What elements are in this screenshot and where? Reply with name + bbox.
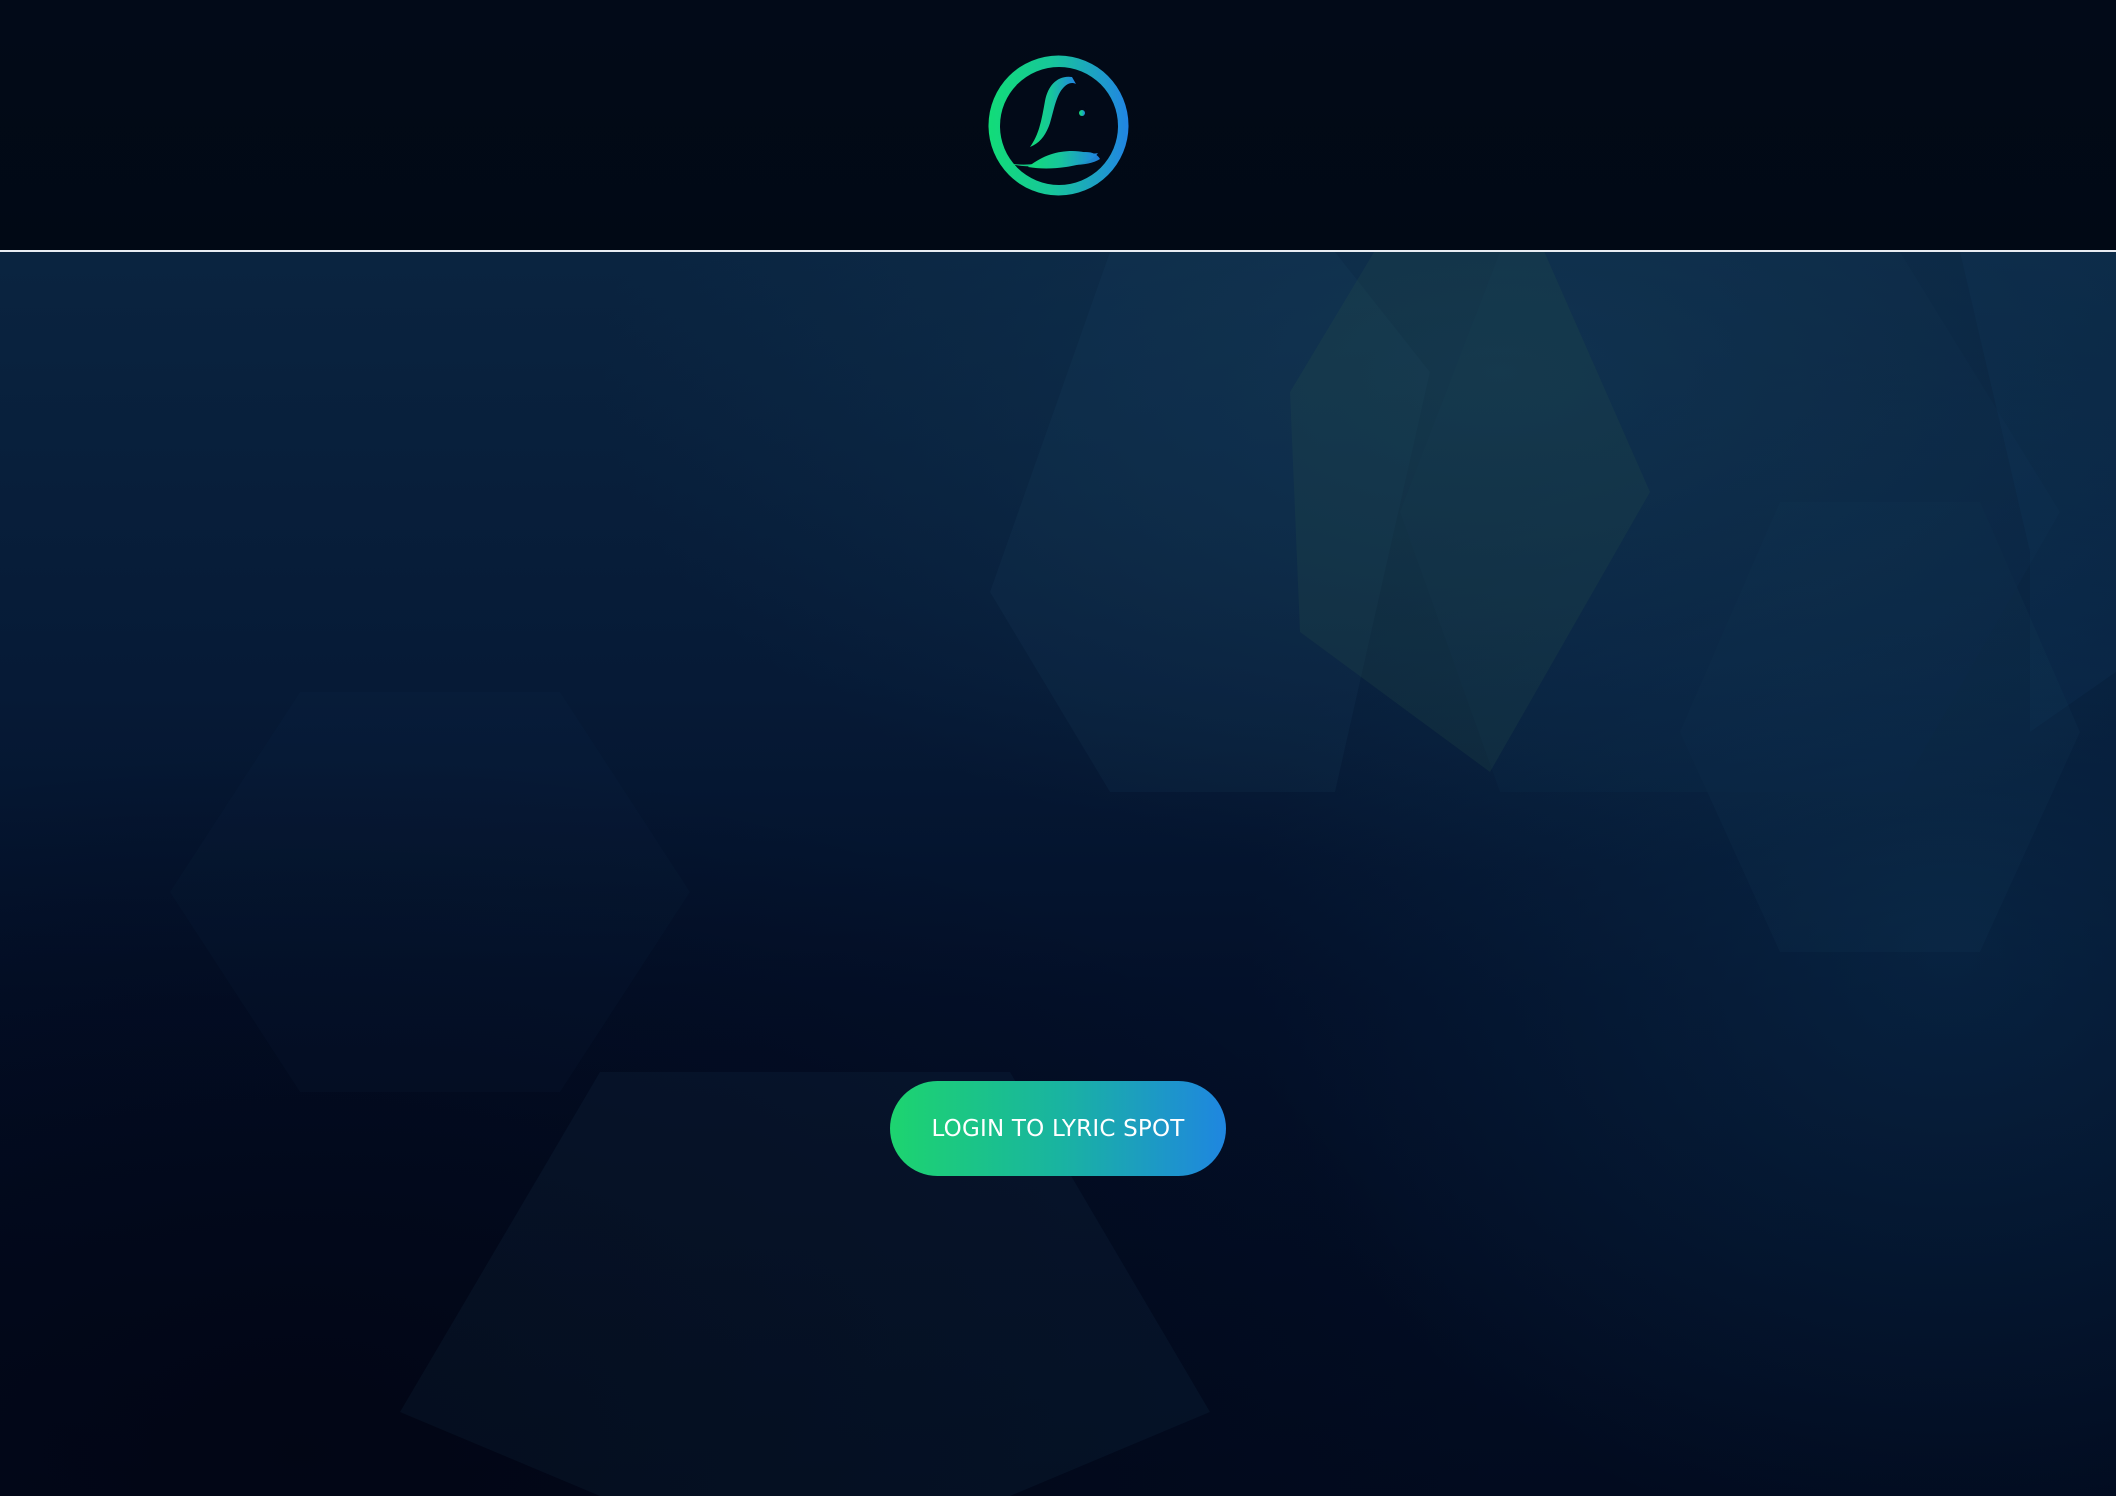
hexagon-bokeh-background [170, 252, 2116, 1496]
lyric-spot-logo-icon [988, 55, 1129, 196]
top-header [0, 0, 2116, 252]
hero-section: LOGIN TO LYRIC SPOT [0, 252, 2116, 1496]
login-button[interactable]: LOGIN TO LYRIC SPOT [890, 1081, 1226, 1176]
page: LOGIN TO LYRIC SPOT [0, 0, 2116, 1496]
